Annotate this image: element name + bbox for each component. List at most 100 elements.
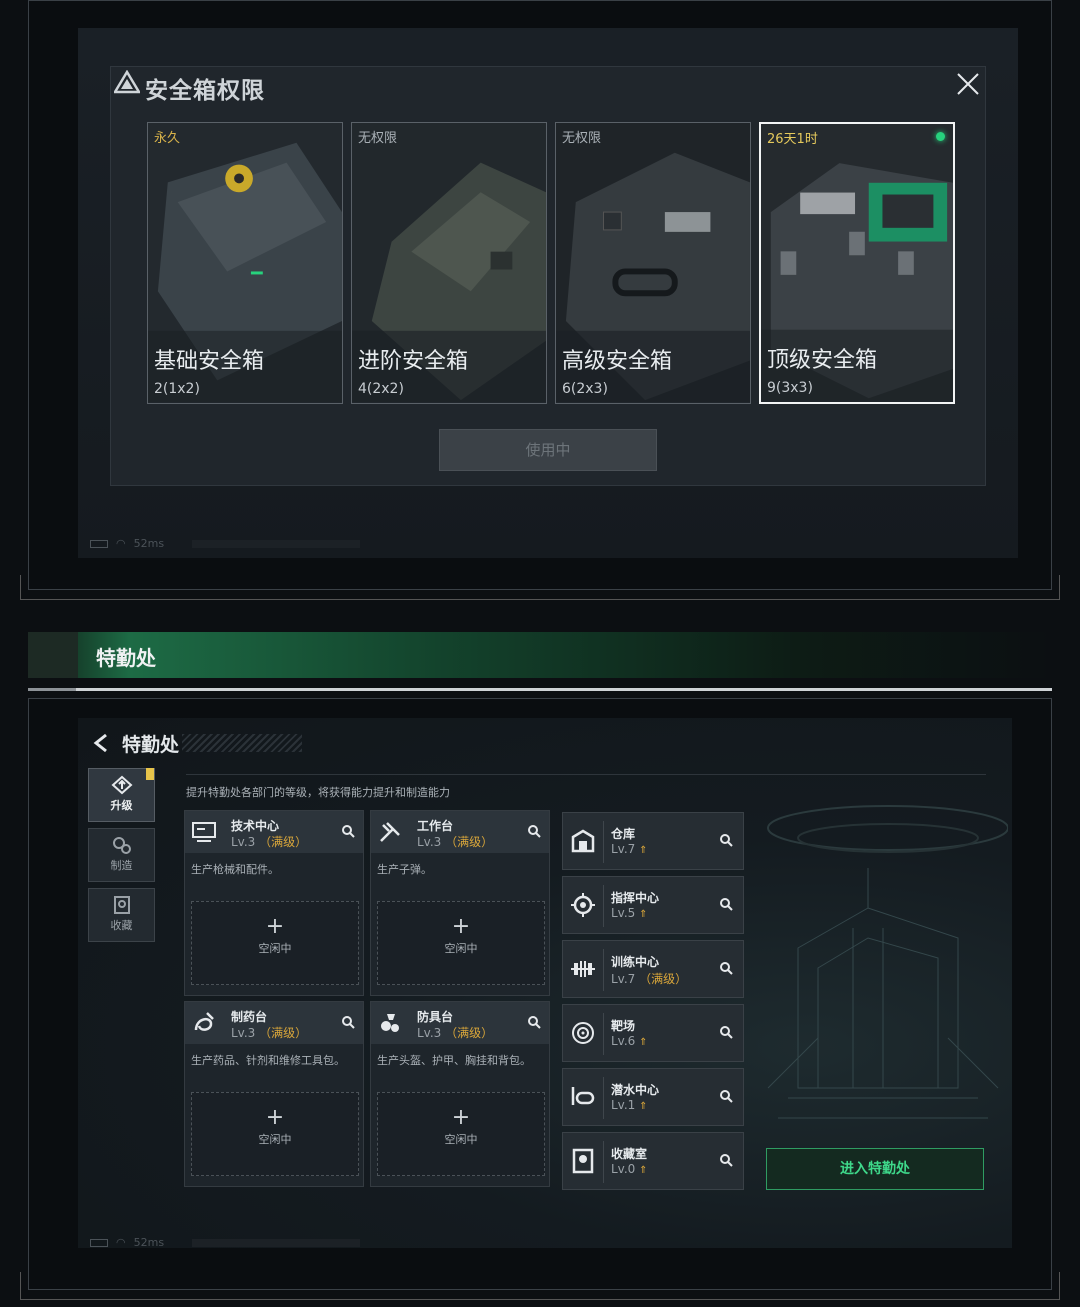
upgrade-icon: [110, 775, 133, 795]
safebox-card-premium[interactable]: 无权限 高级安全箱 6(2x3): [555, 122, 751, 404]
card-name: 基础安全箱: [154, 349, 265, 374]
latency-text: 52ms: [133, 537, 165, 550]
facility-level: Lv.0 ⇑: [611, 1162, 648, 1176]
upgrade-available-icon: ⇑: [639, 845, 648, 856]
slot-status: 空闲中: [444, 1133, 478, 1146]
slot-status: 空闲中: [258, 1133, 292, 1146]
dept-level: Lv.3 （满级）: [417, 1026, 494, 1040]
magnifier-icon[interactable]: [527, 1015, 541, 1029]
dept-description: 生产枪械和配件。: [191, 863, 279, 876]
safebox-card-advanced[interactable]: 无权限 进阶安全箱 4(2x2): [351, 122, 547, 404]
safebox-card-top-tier[interactable]: 26天1时 顶级安全箱 9(3x3): [759, 122, 955, 404]
safebox-permission-modal: 安全箱权限 永久 基础安全箱 2(1x2) 无权限 进阶安全箱 4(2x2) 无…: [110, 66, 986, 486]
dept-card-armor-bench[interactable]: 防具台 Lv.3 （满级） 生产头盔、护甲、胸挂和背包。 + 空闲中: [370, 1001, 550, 1187]
facility-shooting-range[interactable]: 靶场 Lv.6 ⇑: [562, 1004, 744, 1062]
shooting-range-icon: [572, 1022, 594, 1044]
page-description: 提升特勤处各部门的等级，将获得能力提升和制造能力: [186, 786, 450, 799]
dept-level: Lv.3 （满级）: [417, 835, 494, 849]
production-slot[interactable]: + 空闲中: [191, 901, 359, 985]
plus-icon: +: [451, 1105, 471, 1130]
tab-manufacture[interactable]: 制造: [88, 828, 155, 882]
magnifier-icon[interactable]: [719, 833, 733, 847]
facility-name: 收藏室: [611, 1147, 648, 1161]
card-capacity: 4(2x2): [358, 381, 404, 397]
description-divider: [186, 774, 986, 775]
active-indicator-dot: [936, 132, 945, 141]
section-title: 特勤处: [96, 646, 156, 670]
diving-center-icon: [571, 1087, 595, 1105]
magnifier-icon[interactable]: [719, 1025, 733, 1039]
battery-icon: [90, 539, 108, 548]
tab-label: 收藏: [110, 919, 133, 932]
dept-card-tech-center[interactable]: 技术中心 Lv.3 （满级） 生产枪械和配件。 + 空闲中: [184, 810, 364, 996]
magnifier-icon[interactable]: [719, 961, 733, 975]
plus-icon: +: [265, 1105, 285, 1130]
magnifier-icon[interactable]: [719, 897, 733, 911]
facility-command-center[interactable]: 指挥中心 Lv.5 ⇑: [562, 876, 744, 934]
facility-level: Lv.5 ⇑: [611, 906, 648, 920]
upgrade-available-icon: ⇑: [639, 1101, 648, 1112]
production-slot[interactable]: + 空闲中: [191, 1092, 359, 1176]
max-level-tag: （满级）: [445, 1026, 494, 1040]
facility-level: Lv.1 ⇑: [611, 1098, 648, 1112]
section-header-band: [28, 632, 1052, 678]
command-center-icon: [571, 893, 595, 917]
base-blueprint-image: [767, 805, 1008, 1119]
dept-name: 制药台: [231, 1010, 268, 1024]
facility-collection-room[interactable]: 收藏室 Lv.0 ⇑: [562, 1132, 744, 1190]
header-decoration: [182, 734, 302, 752]
enter-special-ops-button[interactable]: 进入特勤处: [766, 1148, 984, 1190]
card-badge: 永久: [154, 131, 181, 146]
plus-icon: +: [265, 914, 285, 939]
dept-card-workbench[interactable]: 工作台 Lv.3 （满级） 生产子弹。 + 空闲中: [370, 810, 550, 996]
facility-level: Lv.7 （满级）: [611, 972, 688, 986]
magnifier-icon[interactable]: [341, 1015, 355, 1029]
warning-icon: [114, 70, 140, 94]
facility-name: 指挥中心: [611, 891, 660, 905]
facility-level: Lv.6 ⇑: [611, 1034, 648, 1048]
status-bar-placeholder: [192, 539, 361, 548]
safebox-card-basic[interactable]: 永久 基础安全箱 2(1x2): [147, 122, 343, 404]
magnifier-icon[interactable]: [527, 824, 541, 838]
facility-warehouse[interactable]: 仓库 Lv.7 ⇑: [562, 812, 744, 870]
facility-name: 仓库: [611, 827, 636, 841]
collection-icon: [113, 896, 130, 914]
facility-level: Lv.7 ⇑: [611, 842, 648, 856]
card-capacity: 9(3x3): [767, 380, 813, 396]
production-slot[interactable]: + 空闲中: [377, 1092, 545, 1176]
collection-room-icon: [572, 1148, 594, 1174]
dept-level: Lv.3 （满级）: [231, 835, 308, 849]
max-level-tag: （满级）: [445, 835, 494, 849]
production-slot[interactable]: + 空闲中: [377, 901, 545, 985]
facility-training-center[interactable]: 训练中心 Lv.7 （满级）: [562, 940, 744, 998]
magnifier-icon[interactable]: [341, 824, 355, 838]
page-title: 特勤处: [122, 734, 180, 756]
back-arrow-icon[interactable]: [90, 732, 112, 754]
facility-diving-center[interactable]: 潜水中心 Lv.1 ⇑: [562, 1068, 744, 1126]
upgrade-available-icon: ⇑: [639, 909, 648, 920]
top-frame-bracket: [20, 575, 1060, 600]
latency-text: 52ms: [133, 1236, 165, 1249]
in-use-button[interactable]: 使用中: [439, 429, 657, 471]
slot-status: 空闲中: [444, 942, 478, 955]
plus-icon: +: [451, 914, 471, 939]
card-badge: 无权限: [358, 131, 398, 146]
dept-description: 生产药品、针剂和维修工具包。: [191, 1054, 345, 1067]
facility-name: 训练中心: [611, 955, 660, 969]
tab-label: 制造: [110, 859, 133, 872]
tab-collection[interactable]: 收藏: [88, 888, 155, 942]
bottom-frame-bracket: [20, 1272, 1060, 1300]
dept-description: 生产子弹。: [377, 863, 432, 876]
status-bar: ◠ 52ms: [90, 1236, 361, 1249]
card-name: 高级安全箱: [562, 349, 673, 374]
magnifier-icon[interactable]: [719, 1089, 733, 1103]
max-level-tag: （满级）: [259, 1026, 308, 1040]
dept-card-pharmacy[interactable]: 制药台 Lv.3 （满级） 生产药品、针剂和维修工具包。 + 空闲中: [184, 1001, 364, 1187]
magnifier-icon[interactable]: [719, 1153, 733, 1167]
card-name: 顶级安全箱: [767, 348, 878, 373]
max-level-tag: （满级）: [639, 972, 688, 986]
battery-icon: [90, 1238, 108, 1247]
card-badge: 无权限: [562, 131, 602, 146]
tab-upgrade[interactable]: 升级: [88, 768, 155, 822]
close-icon[interactable]: [955, 71, 981, 97]
